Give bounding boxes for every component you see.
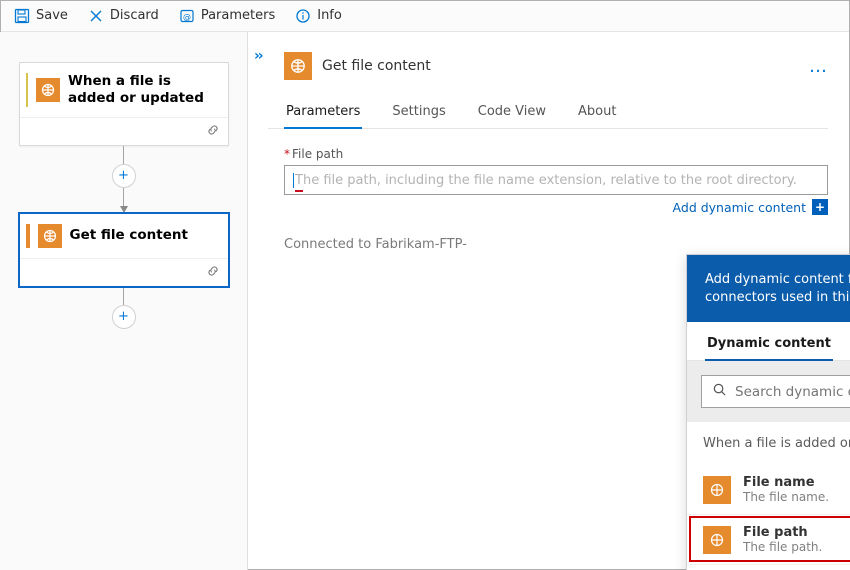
discard-button[interactable]: Discard [80,4,167,28]
ftp-icon [38,224,62,248]
ftp-icon [36,78,60,102]
add-step-button[interactable]: + [112,305,136,329]
add-dynamic-content-link[interactable]: Add dynamic content [673,200,806,215]
token-name: File path [743,525,822,540]
trigger-title: When a file is added or updated [68,73,218,107]
popup-tab-dynamic[interactable]: Dynamic content [705,332,833,361]
popup-header-text: Add dynamic content from the apps and co… [705,271,850,306]
ftp-icon [703,526,731,554]
svg-text:@: @ [183,12,191,21]
discard-label: Discard [110,8,159,23]
step-detail-pane: ›› Get file content … Parameters Setting… [248,32,850,570]
search-icon [712,382,727,401]
add-dynamic-content-icon[interactable]: + [812,199,828,215]
info-label: Info [317,8,342,23]
info-button[interactable]: Info [287,4,350,28]
tab-about[interactable]: About [576,96,618,128]
detail-title: Get file content [322,58,431,74]
dynamic-content-popup: Add dynamic content from the apps and co… [686,254,850,570]
designer-toolbar: Save Discard @ Parameters Info [0,0,850,32]
dynamic-content-search[interactable] [701,375,850,408]
token-file-name[interactable]: File name The file name. [687,465,850,514]
file-path-input[interactable]: The file path, including the file name e… [284,165,828,195]
insert-step-button[interactable]: + [112,164,136,188]
token-file-path[interactable]: File path The file path. [687,514,850,564]
collapse-pane-button[interactable]: ›› [254,48,262,64]
connector-arrow [120,206,128,213]
parameters-icon: @ [179,8,195,24]
connected-to-label: Connected to Fabrikam-FTP- [268,215,838,252]
tab-settings[interactable]: Settings [390,96,447,128]
save-button[interactable]: Save [6,4,76,28]
ftp-icon [703,476,731,504]
tab-code-view[interactable]: Code View [476,96,548,128]
action-title: Get file content [70,227,188,244]
token-desc: The file path. [743,540,822,554]
action-accent-bar [26,224,30,248]
parameters-button[interactable]: @ Parameters [171,4,283,28]
placeholder-text: T [295,172,303,192]
token-name: File name [743,475,829,490]
connection-link-icon[interactable] [206,263,220,282]
token-desc: The file name. [743,490,829,504]
ftp-icon [284,52,312,80]
file-path-label: *File path [284,147,828,161]
token-last-updated-time[interactable]: Last updated time The timestamp for when… [687,564,850,570]
more-menu-button[interactable]: … [809,56,838,77]
info-icon [295,8,311,24]
discard-icon [88,8,104,24]
workflow-canvas: When a file is added or updated + [0,32,248,570]
connection-link-icon[interactable] [206,122,220,141]
trigger-accent-bar [26,73,28,107]
token-group-title: When a file is added or updated [703,436,850,451]
tab-parameters[interactable]: Parameters [284,96,362,129]
action-card[interactable]: Get file content [19,213,229,287]
detail-tabs: Parameters Settings Code View About [268,96,828,129]
save-icon [14,8,30,24]
dynamic-content-search-input[interactable] [735,384,850,400]
save-label: Save [36,8,68,23]
trigger-card[interactable]: When a file is added or updated [19,62,229,146]
parameters-label: Parameters [201,8,275,23]
